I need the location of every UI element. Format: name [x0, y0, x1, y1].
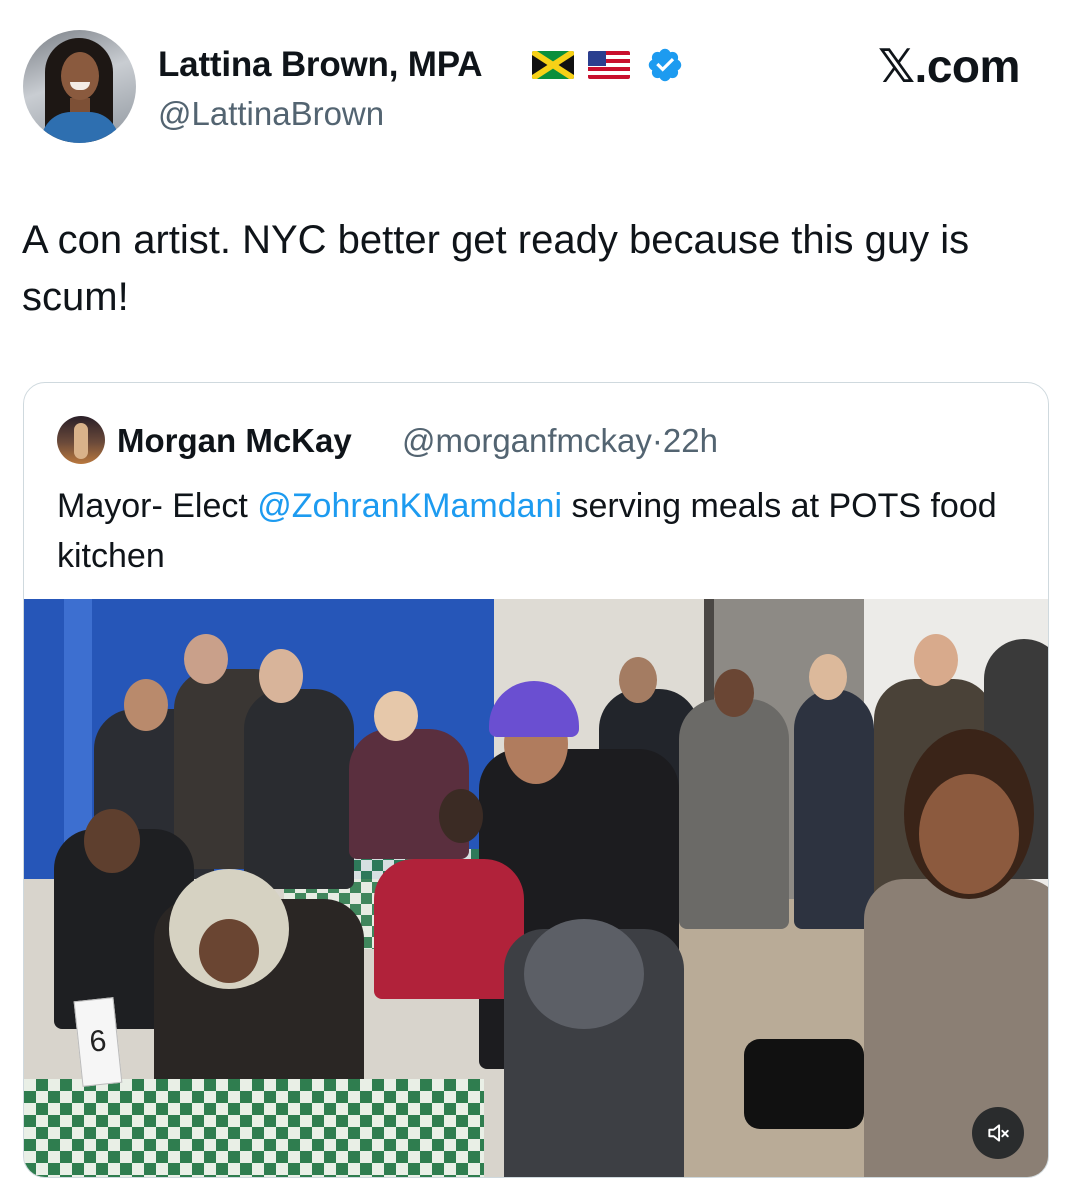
mute-toggle-button[interactable]: [972, 1107, 1024, 1159]
us-flag-icon: [588, 51, 630, 79]
quoted-tweet-card[interactable]: Morgan McKay @morganfmckay·22h Mayor- El…: [23, 382, 1049, 1178]
author-display-name[interactable]: Lattina Brown, MPA: [158, 44, 483, 86]
mention-link[interactable]: @ZohranKMamdani: [257, 487, 562, 525]
quote-author-handle[interactable]: @morganfmckay: [402, 422, 652, 459]
quote-author-meta[interactable]: @morganfmckay·22h: [402, 421, 718, 461]
camera: [744, 1039, 864, 1129]
tweet-text: A con artist. NYC better get ready becau…: [22, 218, 970, 319]
quote-text: Mayor- Elect @ZohranKMamdani serving mea…: [57, 481, 1007, 581]
quote-video[interactable]: 6: [24, 599, 1048, 1177]
verified-badge-icon: [648, 48, 682, 82]
scene-table-front: [24, 1079, 484, 1177]
speaker-muted-icon: [988, 1124, 1009, 1142]
author-avatar[interactable]: [23, 30, 136, 143]
quote-author-avatar[interactable]: [57, 416, 105, 464]
author-handle[interactable]: @LattinaBrown: [158, 94, 384, 134]
quote-text-before: Mayor- Elect: [57, 487, 258, 525]
meta-separator: ·: [651, 422, 663, 459]
quote-author-name[interactable]: Morgan McKay: [117, 421, 352, 461]
jamaica-flag-icon: [532, 51, 574, 79]
site-label: 𝕏.com: [878, 40, 1020, 92]
quote-timestamp[interactable]: 22h: [663, 422, 718, 459]
